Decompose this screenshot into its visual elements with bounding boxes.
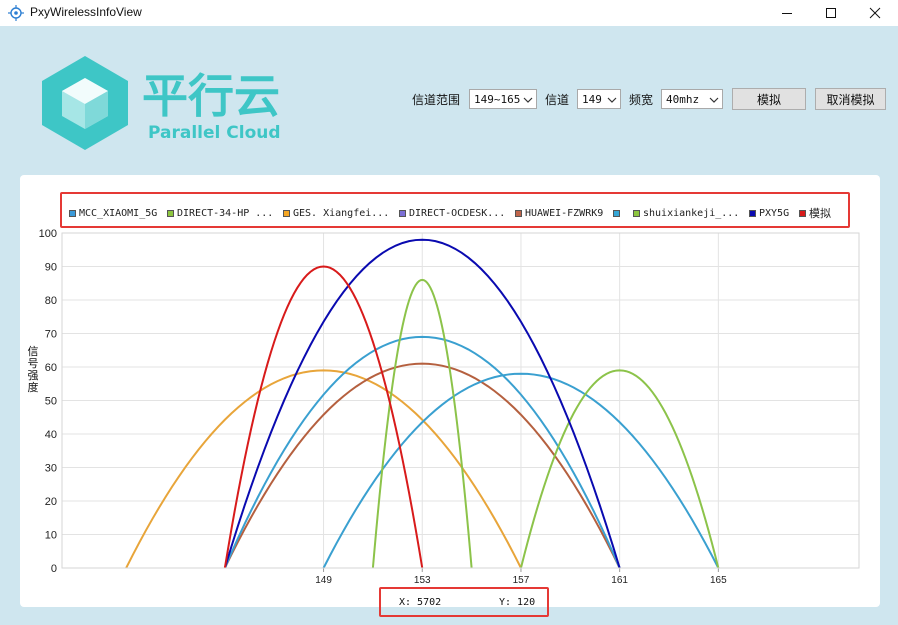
y-tick-label: 10: [45, 530, 57, 542]
legend-item[interactable]: GES. Xiangfei...: [283, 207, 389, 219]
y-tick-label: 50: [45, 396, 57, 408]
x-tick-label: 149: [315, 575, 332, 586]
legend-item[interactable]: 模拟: [799, 207, 831, 220]
y-axis-label-char: 度: [27, 381, 39, 394]
legend-label: PXY5G: [759, 207, 790, 219]
legend-swatch: [515, 209, 522, 217]
legend-label: MCC_XIAOMI_5G: [79, 207, 158, 219]
y-tick-label: 40: [45, 429, 57, 441]
legend-swatch: [633, 209, 640, 217]
chart-axes: 0 10 20 30 40 50 60 70 80 90 100 149 153 157 161 165: [39, 228, 860, 586]
legend-item[interactable]: HUAWEI-FZWRK9: [515, 207, 603, 219]
x-tick-label: 157: [513, 575, 530, 586]
x-tick-label: 153: [414, 575, 431, 586]
legend-label: DIRECT-OCDESK...: [409, 207, 506, 219]
legend-label: DIRECT-34-HP ...: [177, 207, 274, 219]
legend-item[interactable]: DIRECT-34-HP ...: [167, 207, 273, 219]
legend-label: HUAWEI-FZWRK9: [525, 207, 604, 219]
legend-label: shuixiankeji_...: [643, 207, 740, 219]
x-tick-label: 161: [611, 575, 628, 586]
y-tick-label: 80: [45, 295, 57, 307]
y-tick-label: 30: [45, 463, 57, 475]
legend-swatch: [799, 209, 806, 217]
y-tick-label: 0: [51, 563, 57, 575]
signal-chart: 0 10 20 30 40 50 60 70 80 90 100 149 153 157 161 165: [39, 228, 860, 586]
legend-item[interactable]: PXY5G: [749, 207, 789, 219]
legend-swatch: [283, 209, 290, 217]
cursor-y-readout: Y: 120: [499, 597, 536, 608]
legend-label: 模拟: [809, 207, 831, 220]
y-tick-label: 60: [45, 362, 57, 374]
legend-swatch: [749, 209, 756, 217]
y-tick-label: 90: [45, 262, 57, 274]
legend-label: GES. Xiangfei...: [293, 207, 390, 219]
y-tick-label: 100: [39, 228, 57, 240]
legend-item[interactable]: [613, 207, 623, 219]
legend-swatch: [69, 209, 76, 217]
legend-item[interactable]: DIRECT-OCDESK...: [399, 207, 505, 219]
cursor-x-readout: X: 5702: [399, 597, 442, 608]
y-axis-label: 信 号 强 度: [26, 346, 40, 394]
legend-swatch: [613, 209, 620, 217]
legend-item[interactable]: shuixiankeji_...: [633, 207, 739, 219]
x-tick-label: 165: [710, 575, 727, 586]
legend-swatch: [167, 209, 174, 217]
legend-item[interactable]: MCC_XIAOMI_5G: [69, 207, 157, 219]
chart-grid: [62, 232, 859, 569]
legend-swatch: [399, 209, 406, 217]
y-tick-label: 20: [45, 496, 57, 508]
y-tick-label: 70: [45, 329, 57, 341]
